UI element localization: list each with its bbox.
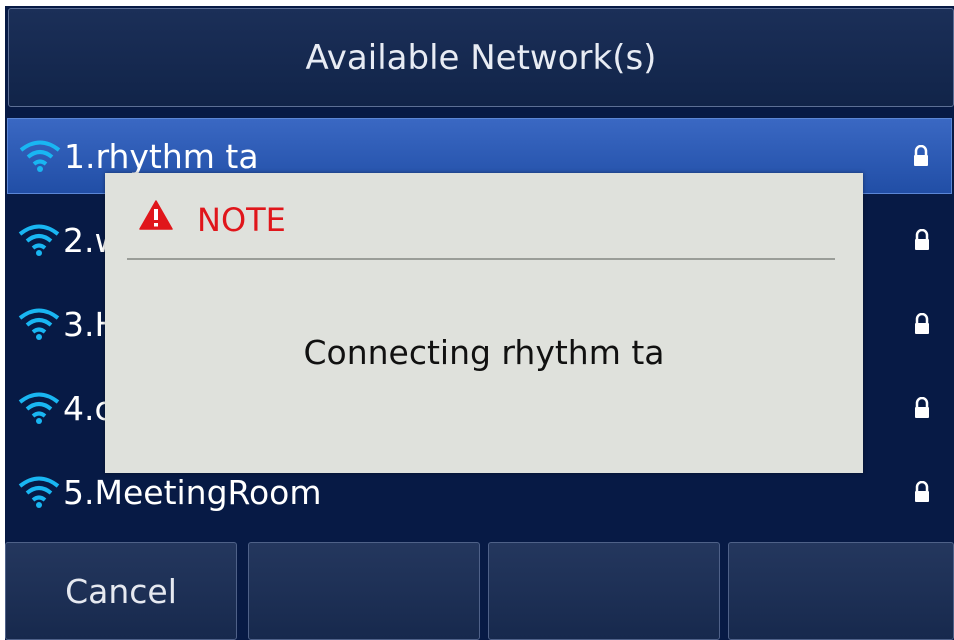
warning-icon (139, 200, 173, 230)
softkey-4[interactable] (728, 542, 954, 640)
page-title-text: Available Network(s) (305, 37, 657, 78)
softkey-bar: Cancel (5, 542, 954, 640)
lock-icon (915, 229, 929, 250)
wifi-icon (18, 308, 60, 340)
dialog-message: Connecting rhythm ta (303, 333, 665, 372)
dialog-header: NOTE (105, 173, 863, 259)
softkey-3[interactable] (488, 542, 720, 640)
network-label: 1.rhythm ta (64, 136, 259, 176)
softkey-2[interactable] (248, 542, 480, 640)
dialog-title: NOTE (197, 201, 286, 239)
wifi-icon (18, 392, 60, 424)
page-title: Available Network(s) (8, 8, 954, 107)
wifi-icon (18, 224, 60, 256)
lock-icon (915, 313, 929, 334)
lock-icon (914, 145, 928, 166)
dialog-divider (127, 258, 835, 260)
network-label: 5.MeetingRoom (63, 472, 322, 512)
note-dialog: NOTE Connecting rhythm ta (105, 173, 863, 473)
lock-icon (915, 397, 929, 418)
wifi-icon (19, 140, 61, 172)
wifi-icon (18, 476, 60, 508)
lock-icon (915, 481, 929, 502)
softkey-label: Cancel (65, 571, 177, 611)
cancel-softkey[interactable]: Cancel (5, 542, 237, 640)
